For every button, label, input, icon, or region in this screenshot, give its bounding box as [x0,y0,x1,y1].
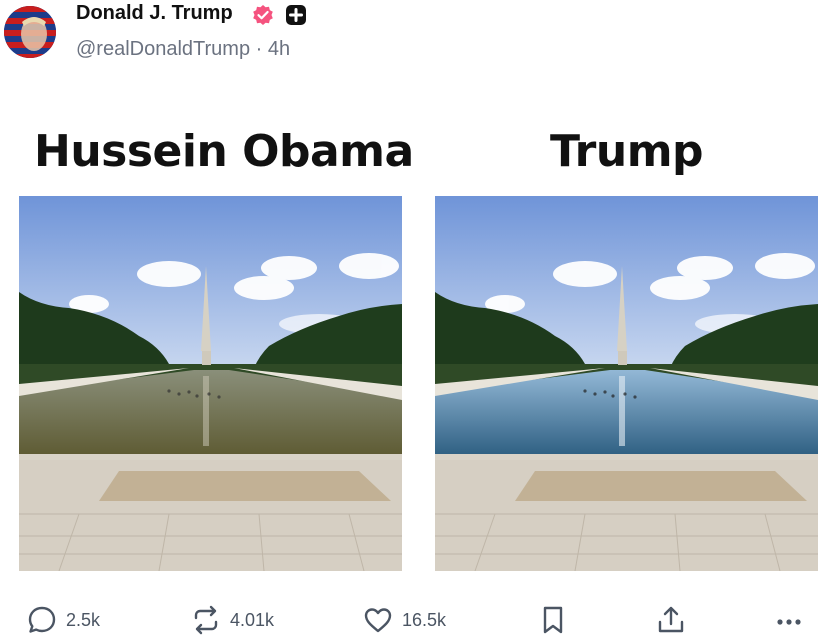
more-options-button[interactable] [773,604,805,636]
bookmark-icon [543,606,563,634]
like-count: 16.5k [402,609,447,630]
share-icon [658,606,684,633]
share-button[interactable] [655,604,687,636]
like-button[interactable]: 16.5k [362,604,446,636]
repost-icon [194,605,218,635]
like-icon [364,608,392,633]
left-panel-title: Hussein Obama [34,126,414,177]
author-name[interactable]: Donald J. Trump [76,2,233,25]
reply-icon [28,606,56,633]
left-panel-image[interactable] [19,196,402,571]
verified-badge-icon [252,4,274,26]
post-action-bar: 2.5k 4.01k 16.5k [0,602,826,642]
more-icon [777,619,801,625]
repost-button[interactable]: 4.01k [190,604,274,636]
repost-count: 4.01k [230,609,275,630]
post-time[interactable]: 4h [268,38,290,60]
right-panel-title: Trump [550,126,704,177]
bookmark-button[interactable] [537,604,569,636]
reply-button[interactable]: 2.5k [26,604,100,636]
post-meta: @realDonaldTrump · 4h [76,38,290,61]
author-handle[interactable]: @realDonaldTrump [76,38,250,60]
meta-separator: · [255,38,263,60]
avatar[interactable] [4,6,56,58]
right-panel-image[interactable] [435,196,818,571]
plus-badge-icon [285,4,307,26]
reply-count: 2.5k [66,609,101,630]
